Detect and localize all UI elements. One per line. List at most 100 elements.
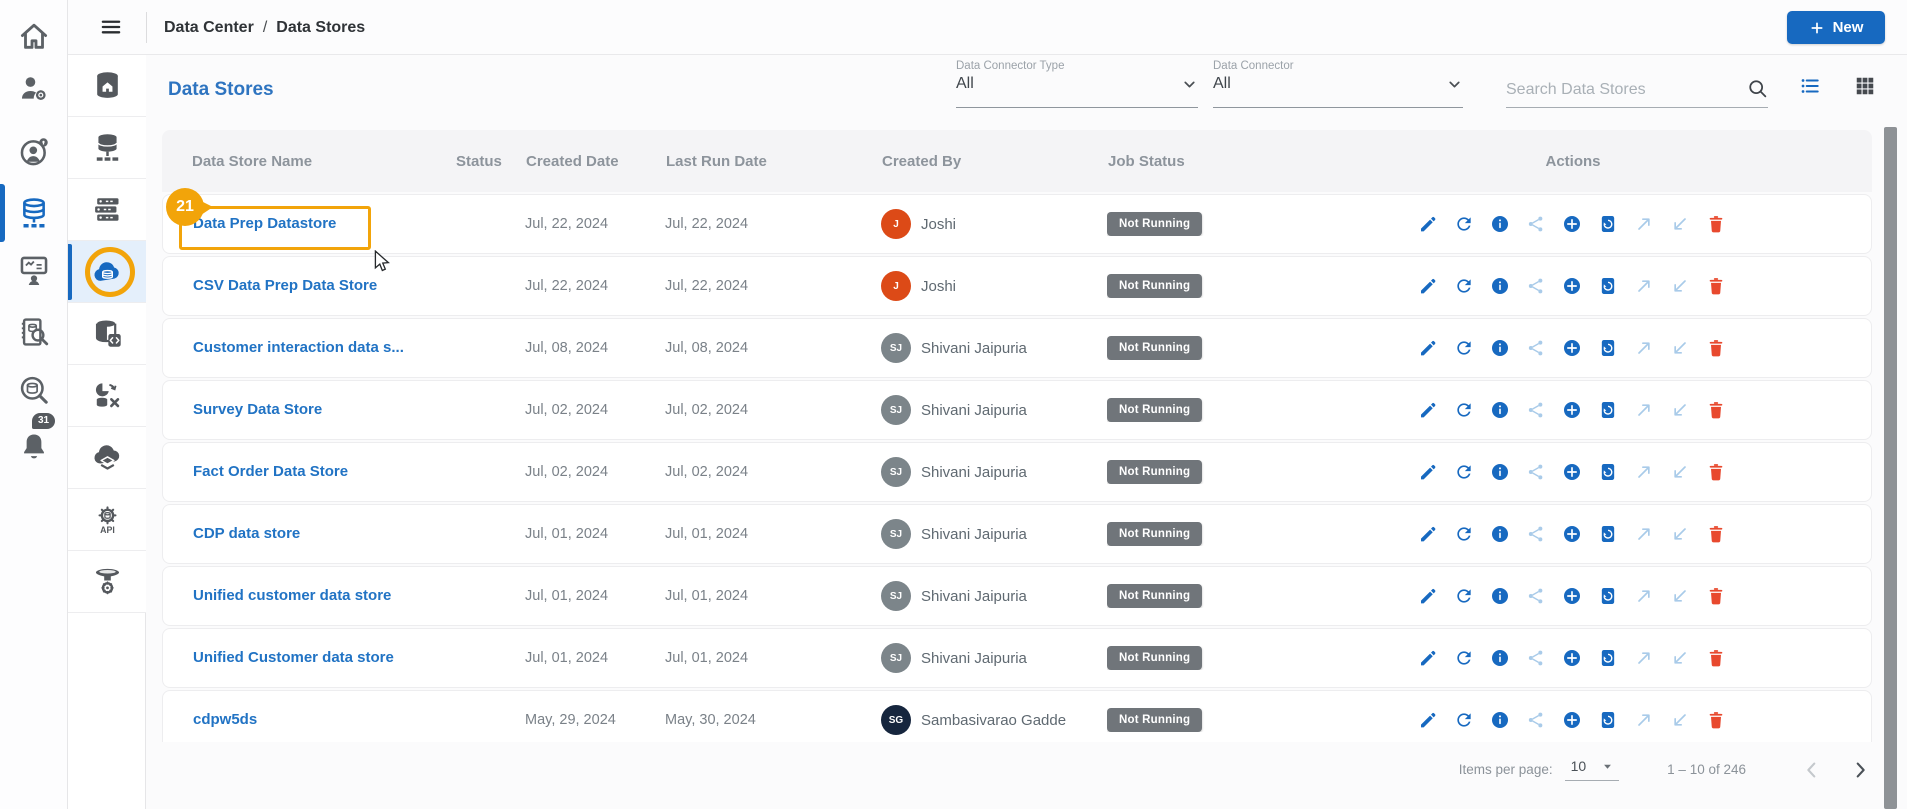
import-icon[interactable]	[1670, 648, 1690, 668]
breadcrumb-data-stores[interactable]: Data Stores	[276, 19, 365, 37]
export-icon[interactable]	[1634, 586, 1654, 606]
subsidebar-item-data-funnel[interactable]	[68, 551, 146, 613]
subsidebar-item-data-center-home[interactable]	[68, 55, 146, 117]
export-icon[interactable]	[1634, 214, 1654, 234]
refresh-icon[interactable]	[1454, 524, 1474, 544]
refresh-icon[interactable]	[1454, 214, 1474, 234]
edit-icon[interactable]	[1418, 338, 1438, 358]
add-icon[interactable]	[1562, 586, 1582, 606]
restore-icon[interactable]	[1598, 524, 1618, 544]
refresh-icon[interactable]	[1454, 462, 1474, 482]
sidebar-item-data-sources[interactable]	[0, 184, 68, 242]
share-icon[interactable]	[1526, 214, 1546, 234]
add-icon[interactable]	[1562, 524, 1582, 544]
share-icon[interactable]	[1526, 276, 1546, 296]
export-icon[interactable]	[1634, 524, 1654, 544]
sidebar-item-user-security[interactable]	[0, 126, 68, 178]
edit-icon[interactable]	[1418, 648, 1438, 668]
info-icon[interactable]	[1490, 710, 1510, 730]
restore-icon[interactable]	[1598, 648, 1618, 668]
datastore-name-link[interactable]: CSV Data Prep Data Store	[193, 277, 377, 294]
delete-icon[interactable]	[1706, 214, 1726, 234]
add-icon[interactable]	[1562, 710, 1582, 730]
sidebar-item-home[interactable]	[0, 10, 68, 62]
datastore-name-link[interactable]: CDP data store	[193, 525, 300, 542]
data-connector-type-filter[interactable]: Data Connector Type All	[956, 60, 1198, 108]
subsidebar-item-data-connections[interactable]	[68, 117, 146, 179]
share-icon[interactable]	[1526, 586, 1546, 606]
restore-icon[interactable]	[1598, 214, 1618, 234]
refresh-icon[interactable]	[1454, 586, 1474, 606]
delete-icon[interactable]	[1706, 524, 1726, 544]
data-connector-filter[interactable]: Data Connector All	[1213, 60, 1463, 108]
restore-icon[interactable]	[1598, 462, 1618, 482]
share-icon[interactable]	[1526, 400, 1546, 420]
restore-icon[interactable]	[1598, 586, 1618, 606]
delete-icon[interactable]	[1706, 462, 1726, 482]
import-icon[interactable]	[1670, 710, 1690, 730]
info-icon[interactable]	[1490, 586, 1510, 606]
breadcrumb-data-center[interactable]: Data Center	[164, 19, 254, 37]
sidebar-item-user-settings[interactable]	[0, 62, 68, 114]
delete-icon[interactable]	[1706, 338, 1726, 358]
datastore-name-link[interactable]: Fact Order Data Store	[193, 463, 348, 480]
edit-icon[interactable]	[1418, 710, 1438, 730]
export-icon[interactable]	[1634, 648, 1654, 668]
import-icon[interactable]	[1670, 586, 1690, 606]
delete-icon[interactable]	[1706, 710, 1726, 730]
share-icon[interactable]	[1526, 524, 1546, 544]
subsidebar-item-cloud-data-stores[interactable]	[68, 241, 146, 303]
share-icon[interactable]	[1526, 648, 1546, 668]
delete-icon[interactable]	[1706, 276, 1726, 296]
previous-page-button[interactable]	[1801, 759, 1823, 781]
info-icon[interactable]	[1490, 648, 1510, 668]
subsidebar-item-data-transform[interactable]	[68, 365, 146, 427]
datastore-name-link[interactable]: Data Prep Datastore	[193, 215, 336, 232]
edit-icon[interactable]	[1418, 214, 1438, 234]
import-icon[interactable]	[1670, 462, 1690, 482]
next-page-button[interactable]	[1849, 759, 1871, 781]
search-input[interactable]: Search Data Stores	[1506, 60, 1768, 108]
export-icon[interactable]	[1634, 400, 1654, 420]
import-icon[interactable]	[1670, 214, 1690, 234]
subsidebar-item-cloud-layers[interactable]	[68, 427, 146, 489]
import-icon[interactable]	[1670, 338, 1690, 358]
export-icon[interactable]	[1634, 338, 1654, 358]
export-icon[interactable]	[1634, 276, 1654, 296]
hamburger-menu-icon[interactable]	[98, 16, 124, 39]
import-icon[interactable]	[1670, 276, 1690, 296]
grid-view-toggle[interactable]	[1854, 75, 1876, 97]
info-icon[interactable]	[1490, 338, 1510, 358]
add-icon[interactable]	[1562, 400, 1582, 420]
import-icon[interactable]	[1670, 524, 1690, 544]
edit-icon[interactable]	[1418, 462, 1438, 482]
edit-icon[interactable]	[1418, 276, 1438, 296]
refresh-icon[interactable]	[1454, 648, 1474, 668]
search-icon[interactable]	[1747, 78, 1768, 99]
subsidebar-item-data-store-scripts[interactable]	[68, 303, 146, 365]
info-icon[interactable]	[1490, 276, 1510, 296]
info-icon[interactable]	[1490, 524, 1510, 544]
restore-icon[interactable]	[1598, 400, 1618, 420]
edit-icon[interactable]	[1418, 524, 1438, 544]
subsidebar-item-data-servers[interactable]	[68, 179, 146, 241]
refresh-icon[interactable]	[1454, 400, 1474, 420]
sidebar-item-training[interactable]	[0, 244, 68, 296]
restore-icon[interactable]	[1598, 276, 1618, 296]
delete-icon[interactable]	[1706, 586, 1726, 606]
info-icon[interactable]	[1490, 462, 1510, 482]
share-icon[interactable]	[1526, 710, 1546, 730]
add-icon[interactable]	[1562, 462, 1582, 482]
import-icon[interactable]	[1670, 400, 1690, 420]
restore-icon[interactable]	[1598, 710, 1618, 730]
info-icon[interactable]	[1490, 400, 1510, 420]
refresh-icon[interactable]	[1454, 276, 1474, 296]
add-icon[interactable]	[1562, 276, 1582, 296]
sidebar-item-data-search[interactable]	[0, 364, 68, 416]
edit-icon[interactable]	[1418, 586, 1438, 606]
add-icon[interactable]	[1562, 214, 1582, 234]
datastore-name-link[interactable]: Unified customer data store	[193, 587, 391, 604]
add-icon[interactable]	[1562, 648, 1582, 668]
refresh-icon[interactable]	[1454, 710, 1474, 730]
restore-icon[interactable]	[1598, 338, 1618, 358]
